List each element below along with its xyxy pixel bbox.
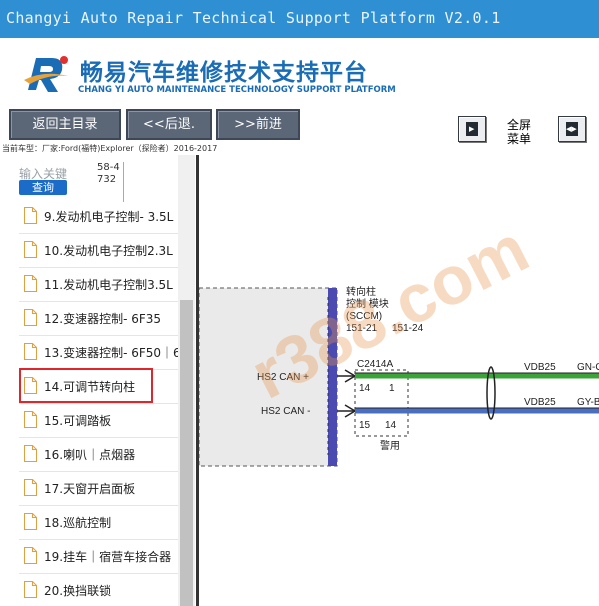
- current-vehicle-info: 当前车型：厂家:Ford(福特)Explorer（探险者）2016-2017: [2, 144, 218, 153]
- sidebar-item[interactable]: 20.换挡联锁: [19, 574, 178, 606]
- forward-button[interactable]: >>前进: [216, 109, 300, 140]
- wiring-diagram-panel[interactable]: 转向柱 控制 模块 (SCCM) 151-21 151-24 C2414A HS…: [196, 155, 599, 606]
- sidebar-item[interactable]: 19.挂车｜宿营车接合器: [19, 540, 178, 574]
- document-icon: [24, 241, 37, 258]
- pin-15: 15: [359, 420, 371, 431]
- document-icon: [24, 547, 37, 564]
- sidebar-item-label: 15.可调踏板: [44, 414, 112, 428]
- wire2-color-code: GY-B: [577, 397, 599, 408]
- wire1-color-code: GN-O: [577, 362, 599, 373]
- banner-title-cn: 畅易汽车维修技术支持平台: [80, 60, 368, 86]
- document-icon: [24, 513, 37, 530]
- sidebar-item-label: 18.巡航控制: [44, 516, 112, 530]
- sidebar-item-label: 9.发动机电子控制- 3.5L: [44, 210, 174, 224]
- document-icon: [24, 309, 37, 326]
- toolbar: 返回主目录 <<后退. >>前进 ▶ 全屏 菜单 ◀▶: [0, 106, 599, 146]
- app-banner: 畅易汽车维修技术支持平台 CHANG YI AUTO MAINTENANCE T…: [0, 38, 599, 106]
- expand-panels-button[interactable]: ◀▶: [558, 116, 586, 142]
- document-icon: [24, 479, 37, 496]
- collapse-left-icon: ▶: [466, 122, 478, 136]
- document-icon: [24, 275, 37, 292]
- alarm-label: 警用: [380, 439, 400, 452]
- document-icon: [24, 411, 37, 428]
- wire1-circuit: VDB25: [524, 362, 556, 373]
- fullscreen-line2: 菜单: [506, 132, 531, 146]
- sidebar-item[interactable]: 18.巡航控制: [19, 506, 178, 540]
- sidebar-item[interactable]: 17.天窗开启面板: [19, 472, 178, 506]
- pin-14b: 14: [385, 420, 397, 431]
- fullscreen-line1: 全屏: [506, 118, 531, 132]
- pin-1: 1: [389, 383, 395, 394]
- sidebar-item[interactable]: 16.喇叭｜点烟器: [19, 438, 178, 472]
- back-to-main-menu-button[interactable]: 返回主目录: [9, 109, 121, 140]
- sidebar-item-label: 13.变速器控制- 6F50｜6: [44, 346, 178, 360]
- collapse-left-button[interactable]: ▶: [458, 116, 486, 142]
- back-button[interactable]: <<后退.: [126, 109, 212, 140]
- document-icon: [24, 445, 37, 462]
- sidebar-item-label: 19.挂车｜宿营车接合器: [44, 550, 172, 564]
- fullscreen-menu-label[interactable]: 全屏 菜单: [506, 118, 532, 146]
- sidebar-list: 输入关键 查询 58-4732 9.发动机电子控制- 3.5L 10.发动机电子…: [0, 155, 178, 606]
- sidebar-scrollbar[interactable]: [178, 155, 195, 606]
- sidebar-item[interactable]: 15.可调踏板: [19, 404, 178, 438]
- sidebar-item[interactable]: 9.发动机电子控制- 3.5L: [19, 200, 178, 234]
- search-code: 58-4732: [97, 162, 120, 185]
- sidebar-item-label: 11.发动机电子控制3.5L: [44, 278, 173, 292]
- window-title: Changyi Auto Repair Technical Support Pl…: [6, 9, 501, 27]
- sidebar-scrollbar-thumb[interactable]: [180, 300, 193, 606]
- sidebar-item[interactable]: 12.变速器控制- 6F35: [19, 302, 178, 336]
- window-titlebar: Changyi Auto Repair Technical Support Pl…: [0, 0, 599, 38]
- sidebar-item[interactable]: 10.发动机电子控制2.3L: [19, 234, 178, 268]
- sidebar-item-label: 16.喇叭｜点烟器: [44, 448, 136, 462]
- wire2-circuit: VDB25: [524, 397, 556, 408]
- sidebar-item[interactable]: 11.发动机电子控制3.5L: [19, 268, 178, 302]
- pin-14: 14: [359, 383, 371, 394]
- document-icon: [24, 581, 37, 598]
- changyi-logo-icon: [24, 56, 68, 92]
- document-icon: [24, 207, 37, 224]
- banner-title-en: CHANG YI AUTO MAINTENANCE TECHNOLOGY SUP…: [78, 85, 396, 95]
- expand-panels-icon: ◀▶: [566, 122, 578, 136]
- sidebar-item-label: 17.天窗开启面板: [44, 482, 136, 496]
- search-button[interactable]: 查询: [19, 180, 67, 195]
- sidebar-item-label: 10.发动机电子控制2.3L: [44, 244, 173, 258]
- sidebar: 输入关键 查询 58-4732 9.发动机电子控制- 3.5L 10.发动机电子…: [0, 155, 195, 606]
- sidebar-item-label: 12.变速器控制- 6F35: [44, 312, 162, 326]
- sidebar-item[interactable]: 13.变速器控制- 6F50｜6: [19, 336, 178, 370]
- selection-highlight-box: [19, 368, 153, 403]
- document-icon: [24, 343, 37, 360]
- sidebar-item-label: 20.换挡联锁: [44, 584, 112, 598]
- search-divider: [123, 162, 124, 202]
